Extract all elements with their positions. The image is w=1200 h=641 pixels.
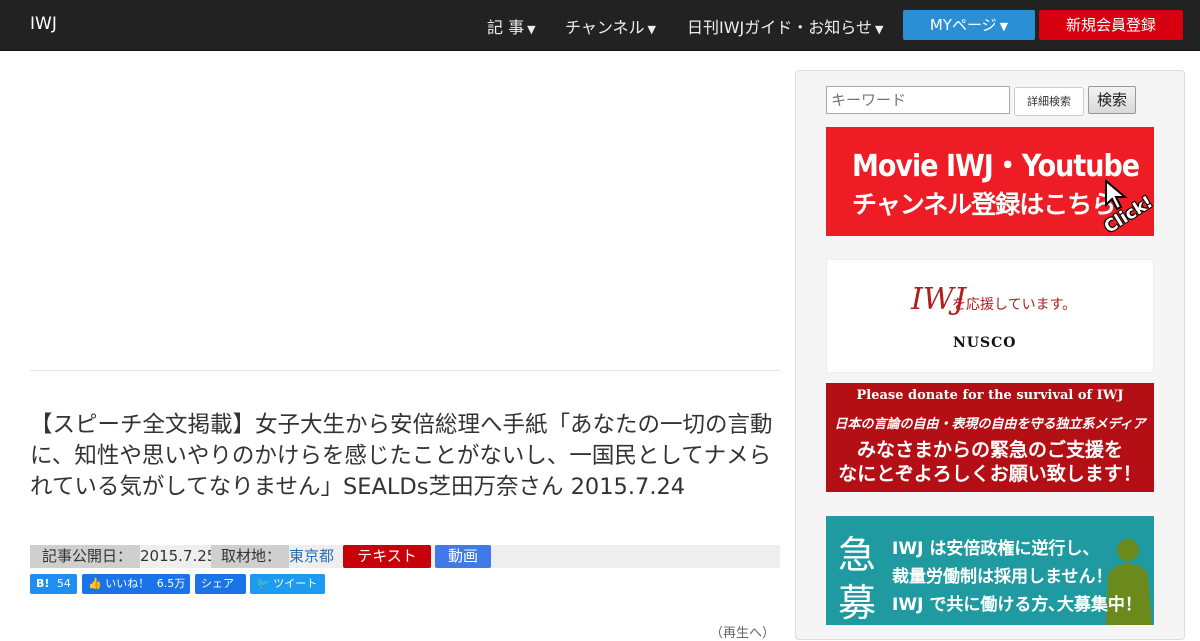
tweet-label: ツイート: [273, 577, 318, 590]
thumbs-up-icon: 👍: [88, 577, 102, 590]
caret-down-icon: ▼: [527, 23, 536, 36]
donate-line4: なにとぞよろしくお願い致します！: [838, 463, 1142, 485]
nav-channel-dropdown[interactable]: チャンネル ▼: [565, 14, 656, 38]
recruit-line3: IWJ で共に働ける方､大募集中！: [892, 595, 1142, 615]
nav-guide-label: 日刊IWJガイド・お知らせ: [687, 18, 872, 37]
recruit-banner[interactable]: 急 募 IWJ は安倍政権に逆行し、 裁量労働制は採用しません！ IWJ で共に…: [826, 516, 1154, 625]
mypage-label: MYページ: [929, 16, 997, 34]
published-date: 2015.7.25: [140, 547, 217, 565]
caret-down-icon: ▼: [874, 23, 884, 36]
caret-down-icon: ▼: [647, 23, 656, 36]
nav-articles-dropdown[interactable]: 記 事 ▼: [487, 14, 536, 38]
facebook-like-button[interactable]: 👍 いいね！ 6.5万: [82, 574, 190, 594]
hatena-bookmark-button[interactable]: B! 54: [30, 574, 77, 594]
donate-line1: Please donate for the survival of IWJ: [856, 388, 1124, 403]
nav-guide-dropdown[interactable]: 日刊IWJガイド・お知らせ ▼: [687, 14, 883, 38]
location-link[interactable]: 東京都: [289, 545, 334, 568]
published-label: 記事公開日：: [30, 545, 140, 568]
caret-down-icon: ▼: [999, 20, 1009, 33]
tag-video-button[interactable]: 動画: [435, 545, 491, 568]
mypage-button[interactable]: MYページ ▼: [903, 10, 1035, 40]
donate-banner[interactable]: Please donate for the survival of IWJ 日本…: [826, 383, 1154, 492]
nusco-logo: NUSCO: [953, 335, 1017, 351]
search-button[interactable]: 検索: [1088, 86, 1136, 114]
recruit-line1: IWJ は安倍政権に逆行し、: [892, 539, 1100, 559]
nav-channel-label: チャンネル: [565, 18, 645, 37]
nusco-support-text: を応援しています。: [952, 297, 1077, 313]
donate-line2: 日本の言論の自由・表現の自由を守る独立系メディア: [834, 417, 1146, 432]
like-label: いいね！: [105, 577, 150, 590]
youtube-banner-line2: チャンネル登録はこちら: [852, 190, 1116, 219]
donate-line3: みなさまからの緊急のご支援を: [856, 439, 1123, 461]
ad-space: [30, 62, 780, 362]
advanced-search-button[interactable]: 詳細検索: [1014, 87, 1084, 116]
recruit-line2: 裁量労働制は採用しません！: [892, 567, 1113, 587]
more-text: （再生へ）: [710, 626, 776, 641]
nusco-support-banner[interactable]: IWJ を応援しています。 NUSCO: [826, 259, 1154, 373]
divider: [30, 370, 780, 371]
hatena-count: 54: [56, 577, 71, 590]
youtube-banner-line1: Movie IWJ・Youtube: [852, 149, 1140, 184]
tweet-button[interactable]: 🐦 ツイート: [250, 574, 325, 594]
location-label: 取材地：: [211, 545, 289, 568]
youtube-channel-banner[interactable]: Movie IWJ・Youtube チャンネル登録はこちら Click!: [826, 127, 1154, 236]
tag-text-button[interactable]: テキスト: [343, 545, 431, 568]
article-meta: 記事公開日： 2015.7.25 取材地： 東京都 テキスト 動画: [30, 545, 780, 568]
register-button[interactable]: 新規会員登録: [1039, 10, 1183, 40]
brand-logo[interactable]: IWJ: [30, 14, 57, 34]
nav-articles-label: 記 事: [487, 18, 525, 37]
article-title: 【スピーチ全文掲載】女子大生から安倍総理へ手紙「あなたの一切の言動に、知性や思い…: [30, 412, 773, 500]
twitter-bird-icon: 🐦: [256, 577, 270, 590]
top-navbar: IWJ 記 事 ▼ チャンネル ▼ 日刊IWJガイド・お知らせ ▼ MYページ ▼ 新規…: [0, 0, 1200, 51]
like-count: 6.5万: [156, 577, 186, 590]
keyword-search-input[interactable]: [826, 86, 1010, 114]
recruit-bo-char: 募: [838, 581, 877, 625]
hatena-icon: B!: [36, 577, 50, 590]
facebook-share-button[interactable]: シェア: [195, 574, 246, 594]
recruit-kyu-char: 急: [838, 533, 877, 577]
